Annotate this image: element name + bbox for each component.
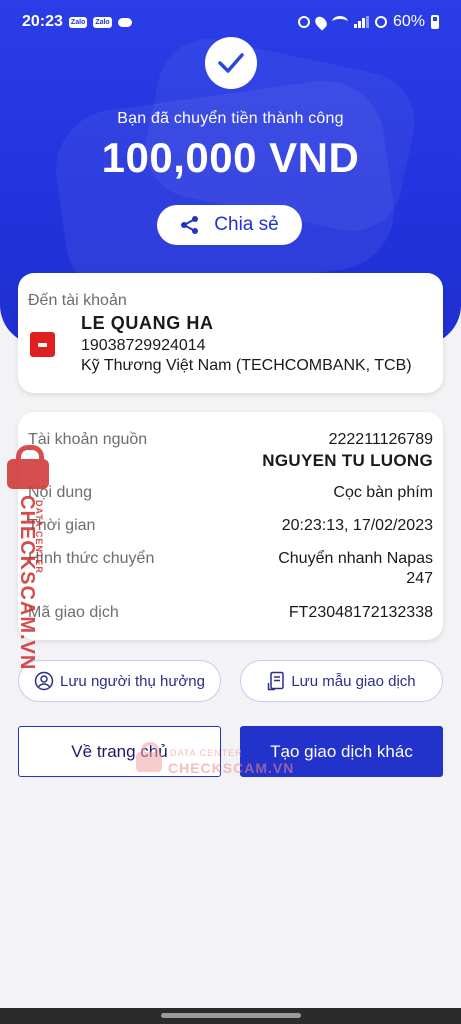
lock-icon	[7, 445, 49, 489]
method-value: Chuyển nhanh Napas	[278, 550, 433, 567]
save-template-button[interactable]: Lưu mẫu giao dịch	[240, 660, 443, 702]
system-nav-bar	[0, 1008, 461, 1024]
recipient-bank: Kỹ Thương Việt Nam (TECHCOMBANK, TCB)	[81, 357, 412, 374]
time-value: 20:23:13, 17/02/2023	[281, 517, 433, 534]
document-icon	[268, 671, 285, 691]
destination-label: Đến tài khoản	[28, 292, 127, 309]
source-account-name: NGUYEN TU LUONG	[262, 451, 433, 470]
success-check-icon	[205, 37, 257, 89]
watermark-tag: DATA CENTER	[34, 500, 44, 574]
transaction-details-card: Tài khoản nguồn 222211126789 NGUYEN TU L…	[18, 412, 443, 640]
location-icon	[312, 13, 330, 31]
battery-icon	[431, 15, 439, 29]
transaction-id-value: FT23048172132338	[288, 604, 433, 621]
share-icon	[181, 216, 199, 234]
techcombank-logo-icon	[30, 332, 55, 357]
recipient-name: LE QUANG HA	[81, 313, 214, 333]
home-indicator[interactable]	[161, 1013, 301, 1018]
transfer-amount: 100,000 VND	[101, 134, 360, 181]
destination-card: Đến tài khoản LE QUANG HA 19038729924014…	[18, 273, 443, 393]
watermark: CHECKSCAM.VN DATA CENTER	[4, 445, 49, 670]
content-value: Cọc bàn phím	[333, 484, 433, 501]
watermark-center: DATA CENTER CHECKSCAM.VN	[136, 740, 296, 780]
save-template-label: Lưu mẫu giao dịch	[291, 672, 416, 690]
cloud-icon	[117, 17, 132, 27]
user-icon	[34, 671, 54, 691]
share-label: Chia sẻ	[214, 214, 279, 235]
success-message: Bạn đã chuyển tiền thành công	[117, 110, 344, 127]
share-button[interactable]: Chia sẻ	[157, 205, 302, 245]
alarm-icon	[297, 16, 310, 28]
lock-icon	[136, 742, 162, 772]
source-account-label: Tài khoản nguồn	[28, 431, 148, 448]
status-time: 20:23	[22, 13, 63, 30]
wifi-icon	[331, 16, 348, 28]
battery-percent: 60%	[392, 13, 425, 30]
zalo-icon: Zalo	[68, 16, 88, 28]
save-recipient-button[interactable]: Lưu người thụ hưởng	[18, 660, 221, 702]
save-recipient-label: Lưu người thụ hưởng	[60, 672, 205, 690]
watermark-tag: DATA CENTER	[170, 748, 243, 758]
signal-icon	[353, 16, 369, 28]
source-account-number: 222211126789	[328, 431, 433, 448]
do-not-disturb-icon	[374, 16, 387, 28]
recipient-account: 19038729924014	[81, 337, 206, 354]
method-value-cont: 247	[406, 570, 433, 587]
zalo-icon: Zalo	[93, 16, 112, 28]
watermark-brand: CHECKSCAM.VN	[168, 760, 295, 776]
